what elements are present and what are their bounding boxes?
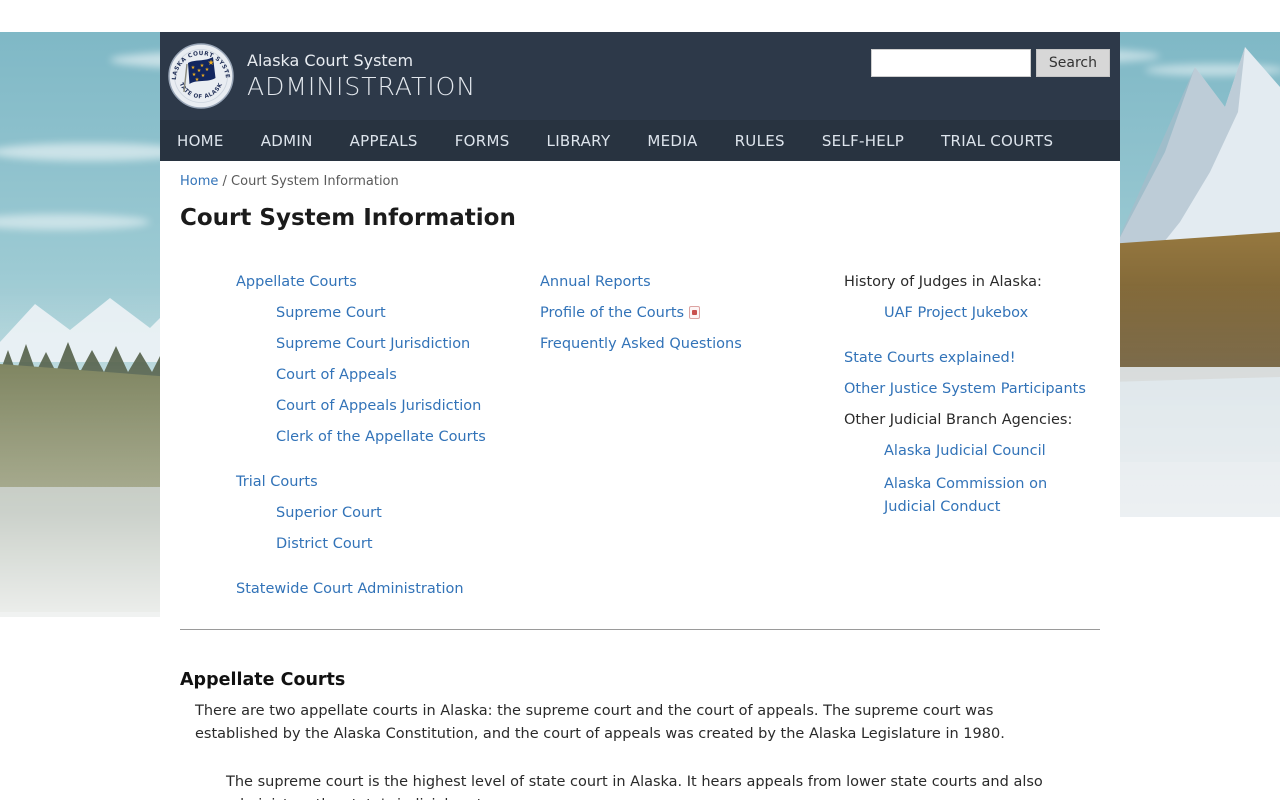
link-state-courts-explained[interactable]: State Courts explained!	[844, 349, 1100, 368]
link-court-of-appeals-jurisdiction[interactable]: Court of Appeals Jurisdiction	[276, 397, 540, 416]
site-section: ADMINISTRATION	[247, 72, 477, 101]
appellate-courts-paragraph-1: There are two appellate courts in Alaska…	[195, 703, 1005, 742]
pdf-icon	[689, 306, 701, 319]
svg-text:★: ★	[201, 73, 206, 79]
link-trial-courts[interactable]: Trial Courts	[236, 473, 540, 492]
main-nav: HOME ADMIN APPEALS FORMS LIBRARY MEDIA R…	[160, 120, 1120, 161]
court-seal-logo[interactable]: ALASKA COURT SYSTEM STATE OF ALASKA ★ ★ …	[165, 39, 234, 109]
site-name: Alaska Court System	[247, 51, 414, 70]
link-supreme-court-jurisdiction[interactable]: Supreme Court Jurisdiction	[276, 335, 540, 354]
nav-item-home[interactable]: HOME	[177, 132, 224, 150]
link-superior-court[interactable]: Superior Court	[276, 504, 540, 523]
nav-item-forms[interactable]: FORMS	[455, 132, 510, 150]
svg-text:★: ★	[191, 65, 196, 71]
search-input[interactable]	[870, 49, 1031, 77]
search-button[interactable]: Search	[1035, 49, 1110, 77]
link-supreme-court[interactable]: Supreme Court	[276, 304, 540, 323]
nav-item-self-help[interactable]: SELF-HELP	[822, 132, 904, 150]
svg-text:★: ★	[195, 77, 200, 83]
svg-text:★: ★	[205, 67, 210, 73]
breadcrumb-separator: /	[222, 174, 232, 189]
nav-item-rules[interactable]: RULES	[735, 132, 785, 150]
appellate-courts-paragraph-2: The supreme court is the highest level o…	[226, 774, 1043, 800]
page-wrapper: ALASKA COURT SYSTEM STATE OF ALASKA ★ ★ …	[160, 32, 1120, 800]
nav-item-media[interactable]: MEDIA	[647, 132, 697, 150]
profile-courts-label: Profile of the Courts	[540, 305, 685, 321]
link-other-justice-participants[interactable]: Other Justice System Participants	[844, 380, 1100, 399]
appellate-courts-heading: Appellate Courts	[180, 670, 346, 690]
nav-item-trial-courts[interactable]: TRIAL COURTS	[941, 132, 1053, 150]
link-uaf-project-jukebox[interactable]: UAF Project Jukebox	[884, 304, 1100, 323]
quick-links-column-reports: Annual Reports Profile of the Courts Fre…	[540, 273, 844, 611]
quick-links-column-courts: Appellate Courts Supreme Court Supreme C…	[236, 273, 540, 611]
section-divider	[180, 629, 1100, 630]
history-of-judges-label: History of Judges in Alaska:	[844, 274, 1042, 290]
breadcrumb: Home / Court System Information	[180, 174, 1100, 189]
nav-item-appeals[interactable]: APPEALS	[350, 132, 418, 150]
search-box: Search	[870, 49, 1110, 77]
link-appellate-courts[interactable]: Appellate Courts	[236, 273, 540, 292]
other-judicial-agencies-label: Other Judicial Branch Agencies:	[844, 412, 1073, 428]
main-content: Home / Court System Information Court Sy…	[160, 161, 1120, 800]
quick-links-column-other: History of Judges in Alaska: UAF Project…	[844, 273, 1100, 611]
site-header: ALASKA COURT SYSTEM STATE OF ALASKA ★ ★ …	[160, 32, 1120, 120]
link-alaska-judicial-council[interactable]: Alaska Judicial Council	[884, 442, 1100, 461]
nav-item-library[interactable]: LIBRARY	[547, 132, 611, 150]
link-profile-of-the-courts[interactable]: Profile of the Courts	[540, 304, 844, 323]
link-district-court[interactable]: District Court	[276, 535, 540, 554]
breadcrumb-home-link[interactable]: Home	[180, 174, 218, 189]
breadcrumb-current: Court System Information	[231, 174, 399, 189]
link-court-of-appeals[interactable]: Court of Appeals	[276, 366, 540, 385]
quick-links: Appellate Courts Supreme Court Supreme C…	[180, 273, 1100, 611]
link-annual-reports[interactable]: Annual Reports	[540, 273, 844, 292]
site-titles: Alaska Court System ADMINISTRATION	[247, 51, 871, 101]
link-statewide-court-administration[interactable]: Statewide Court Administration	[236, 580, 540, 599]
link-faq[interactable]: Frequently Asked Questions	[540, 335, 844, 354]
nav-item-admin[interactable]: ADMIN	[261, 132, 313, 150]
link-clerk-appellate-courts[interactable]: Clerk of the Appellate Courts	[276, 428, 540, 447]
svg-text:★: ★	[208, 58, 215, 67]
page-title: Court System Information	[180, 205, 516, 231]
link-alaska-commission-judicial-conduct[interactable]: Alaska Commission on Judicial Conduct	[884, 473, 1052, 519]
alaska-court-seal-icon: ALASKA COURT SYSTEM STATE OF ALASKA ★ ★ …	[165, 39, 234, 109]
